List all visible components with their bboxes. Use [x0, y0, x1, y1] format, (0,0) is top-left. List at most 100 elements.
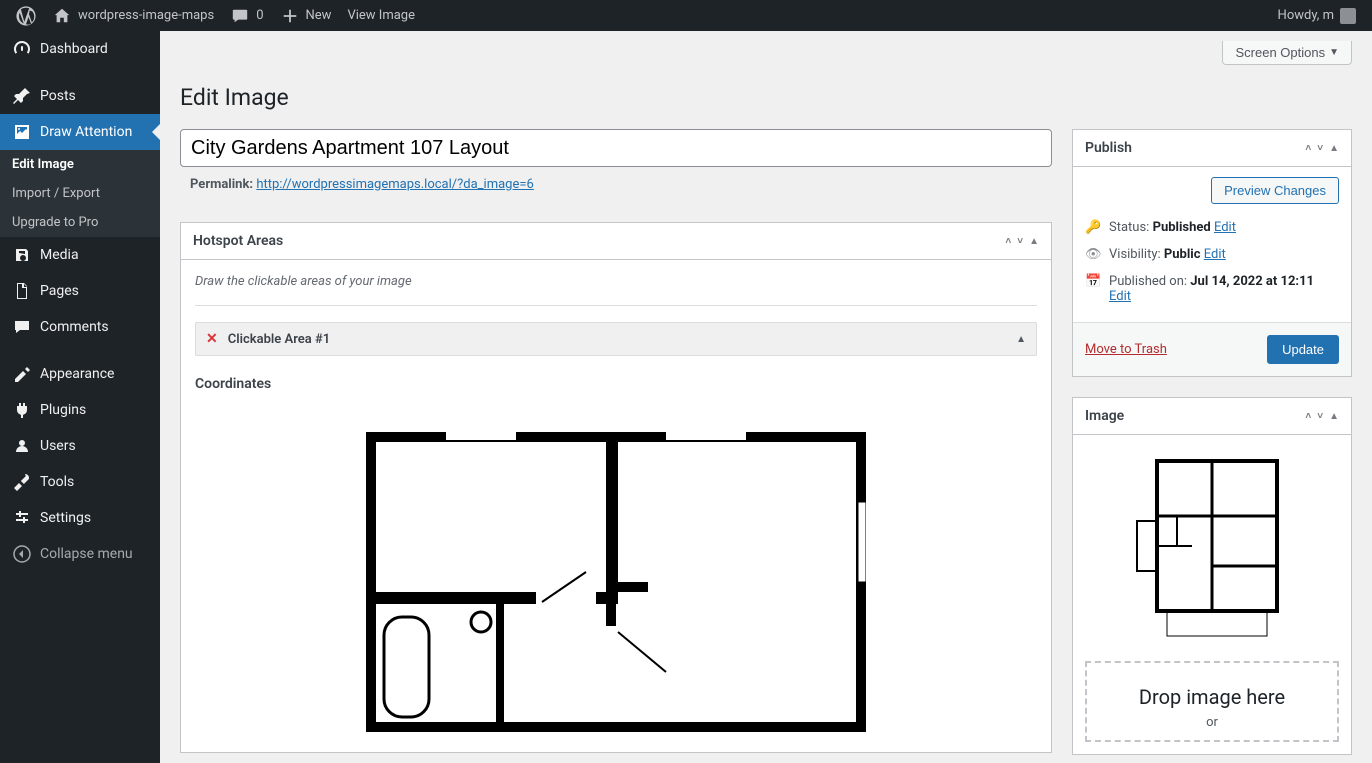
image-box-header[interactable]: Image ˄ ˅ ▲	[1073, 398, 1351, 435]
sidebar-label: Media	[40, 247, 79, 263]
sidebar-item-users[interactable]: Users	[0, 428, 160, 464]
update-button[interactable]: Update	[1267, 335, 1339, 364]
sidebar-item-tools[interactable]: Tools	[0, 464, 160, 500]
chevron-up-icon[interactable]: ˄	[1005, 236, 1011, 247]
move-to-trash-link[interactable]: Move to Trash	[1085, 342, 1167, 357]
chevron-down-icon: ▼	[1329, 47, 1339, 58]
sidebar-item-collapse[interactable]: Collapse menu	[0, 536, 160, 572]
my-account[interactable]: Howdy, m	[1270, 0, 1364, 31]
chevron-down-icon[interactable]: ˅	[1317, 411, 1323, 422]
wordpress-icon	[16, 6, 36, 26]
site-name[interactable]: wordpress-image-maps	[44, 0, 222, 31]
screen-options-button[interactable]: Screen Options ▼	[1222, 41, 1352, 65]
sidebar-label: Users	[40, 438, 76, 454]
sidebar-item-dashboard[interactable]: Dashboard	[0, 31, 160, 67]
floorplan-canvas[interactable]	[195, 432, 1037, 732]
image-thumbnail[interactable]	[1073, 435, 1351, 661]
status-row: 🔑 Status: Published Edit	[1085, 214, 1339, 241]
calendar-icon: 📅	[1085, 274, 1101, 289]
sidebar-item-media[interactable]: Media	[0, 237, 160, 273]
plugin-icon	[12, 400, 32, 420]
collapse-icon	[12, 544, 32, 564]
site-name-label: wordpress-image-maps	[78, 8, 214, 23]
image-box: Image ˄ ˅ ▲	[1072, 397, 1352, 755]
edit-visibility-link[interactable]: Edit	[1204, 247, 1226, 262]
permalink-row: Permalink: http://wordpressimagemaps.loc…	[180, 167, 1052, 202]
sidebar-sub-import-export[interactable]: Import / Export	[0, 179, 160, 208]
sidebar-item-posts[interactable]: Posts	[0, 78, 160, 114]
sidebar-sub-upgrade[interactable]: Upgrade to Pro	[0, 208, 160, 237]
sidebar-item-appearance[interactable]: Appearance	[0, 356, 160, 392]
sidebar-item-comments[interactable]: Comments	[0, 309, 160, 345]
screen-options-label: Screen Options	[1235, 45, 1325, 60]
sidebar-label: Comments	[40, 319, 109, 335]
sidebar-item-plugins[interactable]: Plugins	[0, 392, 160, 428]
triangle-up-icon[interactable]: ▲	[1029, 236, 1039, 247]
publish-box-title: Publish	[1085, 140, 1132, 156]
status-label: Status:	[1109, 220, 1149, 235]
sidebar-submenu: Edit Image Import / Export Upgrade to Pr…	[0, 150, 160, 237]
post-title-input[interactable]	[180, 129, 1052, 167]
sidebar-label: Tools	[40, 474, 74, 490]
area-title: Clickable Area #1	[228, 332, 330, 347]
plus-icon	[280, 6, 300, 26]
new-content[interactable]: New	[272, 0, 340, 31]
sidebar-label: Pages	[40, 283, 79, 299]
hotspot-areas-box: Hotspot Areas ˄ ˅ ▲ Draw the clickable a…	[180, 222, 1052, 753]
triangle-up-icon[interactable]: ▲	[1329, 143, 1339, 154]
status-value: Published	[1153, 220, 1211, 235]
visibility-label: Visibility:	[1109, 247, 1161, 262]
sidebar-label: Appearance	[40, 366, 114, 382]
dashboard-icon	[12, 39, 32, 59]
pin-icon	[12, 86, 32, 106]
view-image-label: View Image	[347, 8, 415, 23]
media-icon	[12, 245, 32, 265]
page-icon	[12, 281, 32, 301]
sidebar-label: Plugins	[40, 402, 86, 418]
chevron-up-icon[interactable]: ˄	[1305, 143, 1311, 154]
avatar	[1340, 8, 1356, 24]
triangle-up-icon: ▲	[1016, 334, 1026, 345]
wp-logo[interactable]	[8, 0, 44, 31]
page-title: Edit Image	[180, 75, 1352, 115]
permalink-label: Permalink:	[190, 177, 253, 192]
permalink-url[interactable]: http://wordpressimagemaps.local/?da_imag…	[256, 177, 534, 192]
sidebar-sub-edit-image[interactable]: Edit Image	[0, 150, 160, 179]
eye-icon: 👁	[1085, 247, 1101, 262]
chevron-down-icon[interactable]: ˅	[1317, 143, 1323, 154]
triangle-up-icon[interactable]: ▲	[1329, 411, 1339, 422]
admin-bar: wordpress-image-maps 0 New View Image Ho…	[0, 0, 1372, 31]
hotspot-hint: Draw the clickable areas of your image	[195, 274, 1037, 289]
sidebar-label: Dashboard	[40, 41, 108, 57]
image-box-title: Image	[1085, 408, 1124, 424]
image-dropzone[interactable]: Drop image here or	[1085, 661, 1339, 742]
clickable-area-header[interactable]: ✕ Clickable Area #1 ▲	[195, 322, 1037, 356]
delete-area-icon[interactable]: ✕	[206, 331, 218, 347]
hotspot-box-header[interactable]: Hotspot Areas ˄ ˅ ▲	[181, 223, 1051, 260]
sidebar-item-settings[interactable]: Settings	[0, 500, 160, 536]
view-image[interactable]: View Image	[339, 0, 423, 31]
hotspot-box-title: Hotspot Areas	[193, 233, 283, 249]
comments-icon	[12, 317, 32, 337]
settings-icon	[12, 508, 32, 528]
main-content: Screen Options ▼ Edit Image Permalink: h…	[160, 31, 1372, 763]
edit-status-link[interactable]: Edit	[1214, 220, 1236, 235]
sidebar-item-draw-attention[interactable]: Draw Attention	[0, 114, 160, 150]
comments-count: 0	[256, 8, 263, 23]
sidebar-item-pages[interactable]: Pages	[0, 273, 160, 309]
admin-sidebar: Dashboard Posts Draw Attention Edit Imag…	[0, 31, 160, 763]
publish-box-header[interactable]: Publish ˄ ˅ ▲	[1073, 130, 1351, 167]
edit-date-link[interactable]: Edit	[1109, 289, 1131, 304]
new-label: New	[306, 8, 332, 23]
visibility-value: Public	[1164, 247, 1201, 262]
sidebar-label: Posts	[40, 88, 76, 104]
key-icon: 🔑	[1085, 220, 1101, 235]
preview-changes-button[interactable]: Preview Changes	[1211, 177, 1339, 204]
sidebar-label: Settings	[40, 510, 91, 526]
comments-link[interactable]: 0	[222, 0, 271, 31]
chevron-up-icon[interactable]: ˄	[1305, 411, 1311, 422]
coordinates-label: Coordinates	[195, 376, 1037, 392]
chevron-down-icon[interactable]: ˅	[1017, 236, 1023, 247]
dropzone-title: Drop image here	[1097, 685, 1327, 709]
publish-box: Publish ˄ ˅ ▲ Preview Changes 🔑	[1072, 129, 1352, 377]
